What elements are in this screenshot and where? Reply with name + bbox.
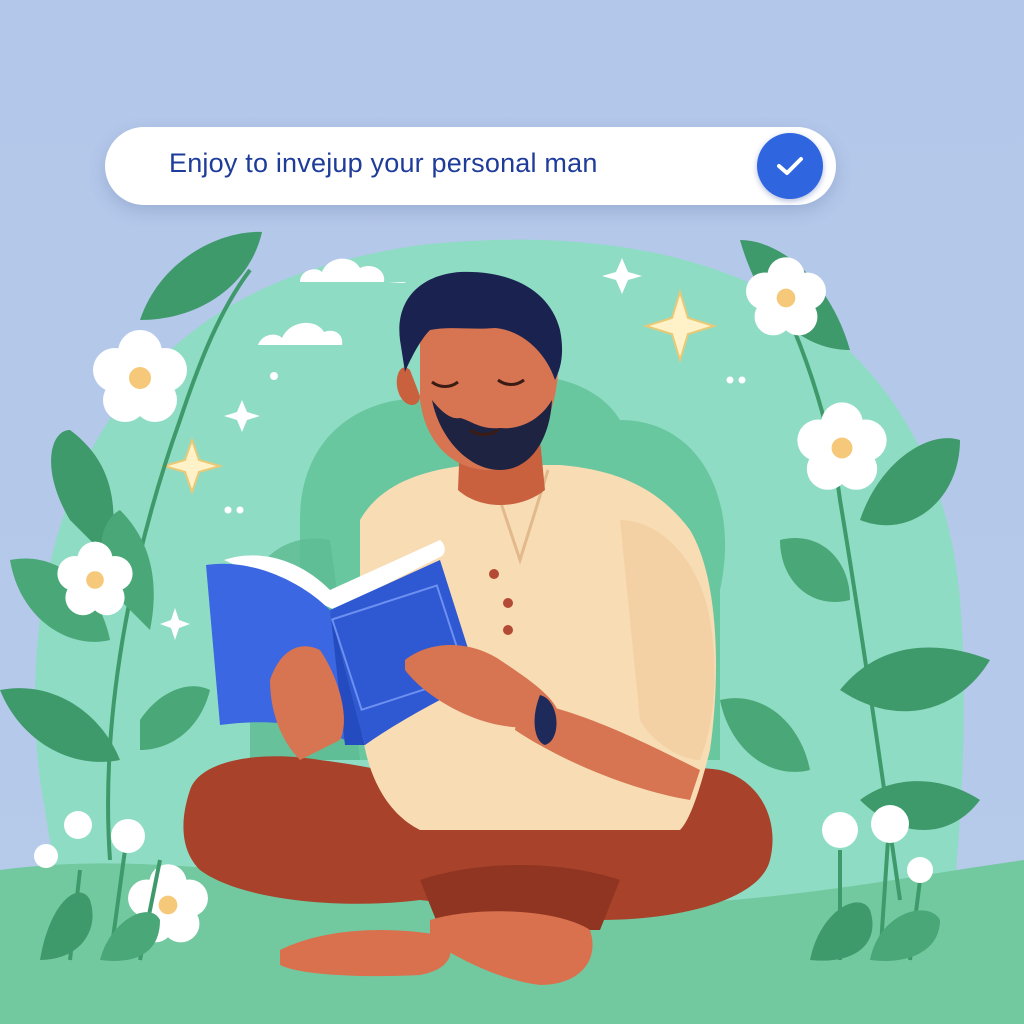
dot-icon	[726, 376, 734, 384]
dot-icon	[738, 376, 746, 384]
message-banner: Enjoy to invejup your personal man	[105, 127, 836, 205]
confirm-button[interactable]	[757, 133, 823, 199]
white-flower-icon	[93, 330, 187, 422]
dot-icon	[224, 506, 232, 514]
dot-icon	[236, 506, 244, 514]
checkmark-icon	[777, 157, 803, 175]
dot-icon	[270, 372, 278, 380]
banner-text: Enjoy to invejup your personal man	[169, 148, 598, 178]
